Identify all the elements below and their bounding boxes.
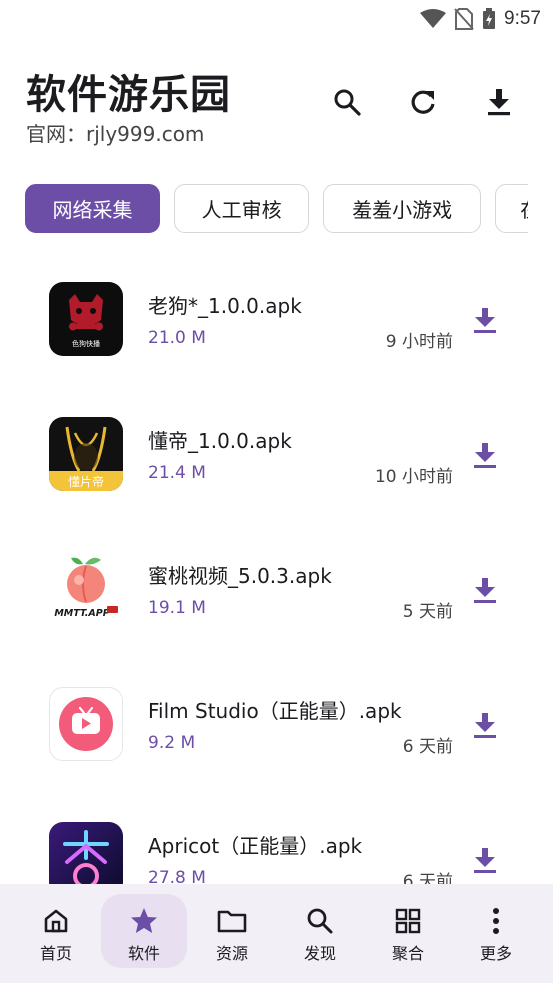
download-icon <box>474 308 496 333</box>
star-icon <box>131 908 157 933</box>
list-item[interactable]: 懂片帝 懂帝_1.0.0.apk 21.4 M 10 小时前 <box>0 383 553 518</box>
download-icon <box>488 89 510 116</box>
app-icon-label: 懂片帝 <box>68 474 104 489</box>
file-size: 9.2 M <box>148 733 196 753</box>
list-item[interactable]: Film Studio（正能量）.apk 9.2 M 6 天前 <box>0 653 553 788</box>
download-manager-button[interactable] <box>483 84 515 120</box>
top-actions <box>331 84 515 120</box>
download-button[interactable] <box>470 574 500 606</box>
app-icon: MMTT.APP <box>49 552 123 626</box>
nav-label: 资源 <box>215 944 248 963</box>
page-title: 软件游乐园 <box>26 72 231 118</box>
download-icon <box>474 443 496 468</box>
file-time: 10 小时前 <box>374 467 453 487</box>
app-icon: 色狗快播 <box>49 282 123 356</box>
status-icons: 9:57 <box>420 6 541 32</box>
no-sim-icon <box>454 8 474 30</box>
file-time: 6 天前 <box>402 737 453 757</box>
download-icon <box>474 713 496 738</box>
folder-icon <box>217 910 247 933</box>
tab-manual-review[interactable]: 人工审核 <box>174 184 310 233</box>
tab-more-partial[interactable]: 在 <box>495 184 528 233</box>
list-item[interactable]: MMTT.APP 蜜桃视频_5.0.3.apk 19.1 M 5 天前 <box>0 518 553 653</box>
list-item[interactable]: Apricot（正能量）.apk 27.8 M 6 天前 <box>0 788 553 884</box>
list-item[interactable]: 色狗快播 老狗*_1.0.0.apk 21.0 M 9 小时前 <box>0 248 553 383</box>
file-name: 老狗*_1.0.0.apk <box>148 294 302 318</box>
nav-item-discover[interactable]: 发现 <box>276 894 364 974</box>
file-name: Film Studio（正能量）.apk <box>148 699 402 723</box>
bottom-navigation: 首页 软件 资源 发现 聚合 更多 <box>0 884 553 983</box>
download-icon <box>474 848 496 873</box>
app-icon <box>49 687 123 761</box>
app-icon-label: 色狗快播 <box>72 339 100 348</box>
wifi-icon <box>420 9 447 28</box>
file-time: 6 天前 <box>402 872 453 884</box>
refresh-icon <box>411 90 435 114</box>
nav-item-more[interactable]: 更多 <box>452 894 540 974</box>
nav-label: 发现 <box>303 944 336 963</box>
status-time: 9:57 <box>504 8 541 29</box>
nav-item-resources[interactable]: 资源 <box>188 894 276 974</box>
nav-label: 首页 <box>39 944 72 963</box>
nav-label: 更多 <box>479 944 512 963</box>
file-name: 懂帝_1.0.0.apk <box>148 429 292 453</box>
nav-item-home[interactable]: 首页 <box>12 894 100 974</box>
grid-icon <box>395 908 421 934</box>
app-icon <box>49 822 123 884</box>
app-icon: 懂片帝 <box>49 417 123 491</box>
file-list: 色狗快播 老狗*_1.0.0.apk 21.0 M 9 小时前 懂片帝 懂帝_1… <box>0 248 553 884</box>
file-size: 27.8 M <box>148 868 206 884</box>
tab-web-collect[interactable]: 网络采集 <box>25 184 160 233</box>
nav-label: 聚合 <box>391 944 424 963</box>
file-size: 21.0 M <box>148 328 206 348</box>
page-subtitle: 官网：rjly999.com <box>26 122 205 146</box>
search-button[interactable] <box>331 84 363 120</box>
category-tabs: 网络采集 人工审核 羞羞小游戏 在 <box>25 184 528 234</box>
download-icon <box>474 578 496 603</box>
file-size: 21.4 M <box>148 463 206 483</box>
tab-mini-games[interactable]: 羞羞小游戏 <box>323 184 482 233</box>
app-icon-label: MMTT.APP <box>54 608 109 619</box>
download-button[interactable] <box>470 709 500 741</box>
search-icon <box>334 89 361 116</box>
file-time: 5 天前 <box>402 602 453 622</box>
nav-item-aggregate[interactable]: 聚合 <box>364 894 452 974</box>
battery-charging-icon <box>483 8 496 29</box>
file-time: 9 小时前 <box>385 332 453 352</box>
more-vert-icon <box>493 908 499 934</box>
download-button[interactable] <box>470 844 500 876</box>
nav-label: 软件 <box>127 944 160 963</box>
download-button[interactable] <box>470 439 500 471</box>
home-icon <box>44 909 68 933</box>
file-name: 蜜桃视频_5.0.3.apk <box>148 564 332 588</box>
search-icon <box>307 908 333 934</box>
refresh-button[interactable] <box>407 84 439 120</box>
download-button[interactable] <box>470 304 500 336</box>
file-name: Apricot（正能量）.apk <box>148 834 363 858</box>
file-size: 19.1 M <box>148 598 206 618</box>
status-bar: 9:57 <box>0 0 553 38</box>
nav-item-software[interactable]: 软件 <box>100 894 188 974</box>
